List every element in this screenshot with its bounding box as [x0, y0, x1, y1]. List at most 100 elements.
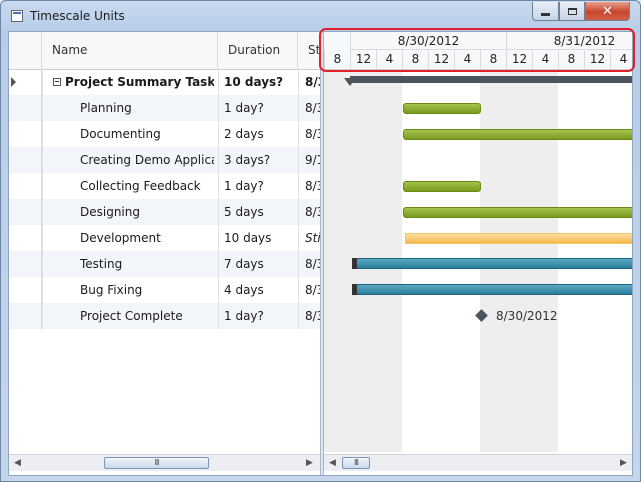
row-selector[interactable]	[9, 95, 42, 121]
row-selector[interactable]	[9, 173, 42, 199]
table-row[interactable]: Creating Demo Application 3 days? 9/1	[9, 147, 320, 173]
minimize-icon	[541, 13, 550, 16]
window-title: Timescale Units	[30, 9, 125, 23]
scroll-left-arrow-icon[interactable]: ◀	[10, 456, 25, 471]
timescale-header: 8/30/2012 8/31/2012 8 12 4 8 12 4 8 12 4 8 12 4	[324, 32, 632, 70]
row-selector[interactable]	[9, 251, 42, 277]
grid-horizontal-scrollbar[interactable]: ◀ III ▶	[9, 454, 320, 471]
scrollbar-thumb[interactable]: III	[104, 457, 209, 469]
column-header-name[interactable]: Name	[42, 32, 218, 69]
column-divider	[218, 69, 219, 329]
task-start: 8/3	[305, 309, 320, 323]
minimize-button[interactable]	[532, 2, 559, 21]
column-header-duration[interactable]: Duration	[218, 32, 298, 69]
timescale-hour: 8	[402, 50, 428, 69]
summary-bar[interactable]	[350, 76, 632, 83]
task-bar-planning[interactable]	[403, 103, 481, 114]
timescale-date: 8/31/2012	[506, 32, 632, 50]
table-row[interactable]: Planning 1 day? 8/3	[9, 95, 320, 121]
table-row[interactable]: Bug Fixing 4 days 8/3	[9, 277, 320, 303]
task-start: Stil	[305, 231, 320, 245]
task-start: 8/3	[305, 283, 320, 297]
table-row[interactable]: Project Complete 1 day? 8/3	[9, 303, 320, 329]
task-start: 8/3	[305, 179, 320, 193]
timescale-hour: 4	[610, 50, 632, 69]
row-selector[interactable]	[9, 303, 42, 329]
window-icon	[11, 10, 23, 22]
timescale-hour: 12	[584, 50, 610, 69]
task-start-marker	[352, 258, 357, 269]
maximize-icon	[567, 7, 577, 15]
gantt-view: Name Duration Sta Project Summary Task 10…	[8, 31, 633, 476]
task-name: Documenting	[80, 127, 161, 141]
scroll-right-arrow-icon[interactable]: ▶	[302, 456, 317, 471]
task-name: Designing	[80, 205, 140, 219]
task-duration: 2 days	[224, 127, 264, 141]
task-duration: 10 days	[224, 231, 272, 245]
close-button[interactable]: ✕	[585, 2, 630, 21]
task-name: Project Summary Task	[65, 75, 214, 89]
task-name: Creating Demo Application	[80, 153, 214, 167]
task-start-marker	[352, 284, 357, 295]
timescale-hour: 4	[376, 50, 402, 69]
task-bar-collecting-feedback[interactable]	[403, 181, 481, 192]
task-duration: 1 day?	[224, 309, 264, 323]
task-bar-development[interactable]	[405, 233, 632, 244]
task-name: Planning	[80, 101, 132, 115]
task-start: 8/3	[305, 101, 320, 115]
task-duration: 5 days	[224, 205, 264, 219]
table-row[interactable]: Designing 5 days 8/3	[9, 199, 320, 225]
task-bar-designing[interactable]	[403, 207, 632, 218]
task-duration: 1 day?	[224, 179, 264, 193]
milestone-label: 8/30/2012	[496, 309, 558, 323]
task-start: 8/3	[305, 205, 320, 219]
timescale-hour: 12	[428, 50, 454, 69]
row-selector[interactable]	[9, 147, 42, 173]
scroll-left-arrow-icon[interactable]: ◀	[325, 456, 340, 471]
timeline-horizontal-scrollbar[interactable]: ◀ III ▶	[324, 454, 632, 471]
task-bar-bug-fixing[interactable]	[352, 284, 632, 295]
row-selector[interactable]	[9, 121, 42, 147]
task-name: Bug Fixing	[80, 283, 143, 297]
app-window: Timescale Units ✕ Name Duration Sta Proj…	[0, 0, 641, 482]
maximize-button[interactable]	[559, 2, 585, 21]
task-duration: 1 day?	[224, 101, 264, 115]
row-selector[interactable]	[9, 225, 42, 251]
row-selector[interactable]	[9, 277, 42, 303]
task-name: Development	[80, 231, 161, 245]
task-start: 8/3	[305, 75, 320, 89]
scrollbar-thumb[interactable]: III	[342, 457, 370, 469]
table-row[interactable]: Development 10 days Stil	[9, 225, 320, 251]
task-bar-documenting[interactable]	[403, 129, 632, 140]
task-grid: Name Duration Sta Project Summary Task 10…	[9, 32, 320, 475]
close-icon: ✕	[602, 3, 613, 19]
scroll-right-arrow-icon[interactable]: ▶	[616, 456, 631, 471]
task-duration: 4 days	[224, 283, 264, 297]
table-row[interactable]: Documenting 2 days 8/3	[9, 121, 320, 147]
grid-header: Name Duration Sta	[9, 32, 320, 70]
table-row[interactable]: Testing 7 days 8/3	[9, 251, 320, 277]
timescale-hour: 8	[480, 50, 506, 69]
task-start: 9/1	[305, 153, 320, 167]
timescale-date: 8/30/2012	[350, 32, 506, 50]
task-name: Testing	[80, 257, 123, 271]
collapse-icon[interactable]	[53, 78, 61, 86]
row-selector[interactable]	[9, 69, 42, 95]
column-divider	[42, 69, 43, 329]
task-bar-testing[interactable]	[352, 258, 632, 269]
column-header-start[interactable]: Sta	[298, 32, 320, 69]
timescale-hour: 8	[324, 50, 350, 69]
timescale-hour: 4	[532, 50, 558, 69]
task-duration: 7 days	[224, 257, 264, 271]
row-selector[interactable]	[9, 199, 42, 225]
table-row[interactable]: Project Summary Task 10 days? 8/3	[9, 69, 320, 95]
column-divider	[298, 69, 299, 329]
table-row[interactable]: Collecting Feedback 1 day? 8/3	[9, 173, 320, 199]
timescale-hour: 4	[454, 50, 480, 69]
task-start: 8/3	[305, 257, 320, 271]
timescale-hour: 8	[558, 50, 584, 69]
task-start: 8/3	[305, 127, 320, 141]
current-row-icon	[11, 77, 16, 87]
task-duration: 3 days?	[224, 153, 271, 167]
title-bar[interactable]: Timescale Units ✕	[1, 1, 640, 31]
